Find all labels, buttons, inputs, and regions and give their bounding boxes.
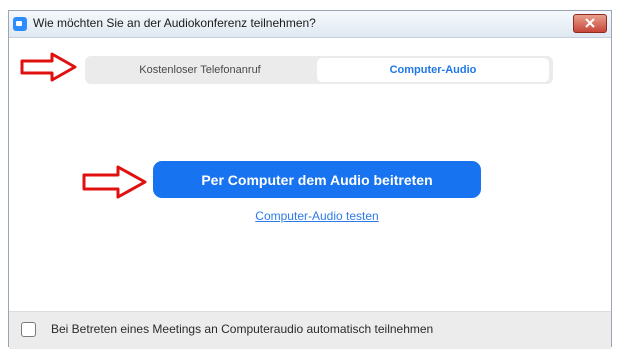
footer-bar: Bei Betreten eines Meetings an Computera… — [9, 311, 611, 349]
window-title: Wie möchten Sie an der Audiokonferenz te… — [33, 16, 316, 30]
audio-tab-bar: Kostenloser Telefonanruf Computer-Audio — [85, 56, 553, 84]
close-button[interactable] — [573, 14, 607, 33]
app-icon — [13, 17, 27, 31]
tab-computer-audio[interactable]: Computer-Audio — [317, 58, 549, 82]
tab-phone-call[interactable]: Kostenloser Telefonanruf — [85, 56, 315, 84]
auto-join-label: Bei Betreten eines Meetings an Computera… — [51, 322, 434, 336]
close-icon — [585, 18, 595, 28]
arrow-icon — [20, 52, 77, 82]
test-computer-audio-link[interactable]: Computer-Audio testen — [209, 209, 425, 223]
title-bar: Wie möchten Sie an der Audiokonferenz te… — [9, 11, 611, 38]
arrow-icon — [82, 165, 147, 199]
join-computer-audio-button[interactable]: Per Computer dem Audio beitreten — [153, 161, 481, 198]
auto-join-checkbox[interactable] — [21, 322, 36, 337]
